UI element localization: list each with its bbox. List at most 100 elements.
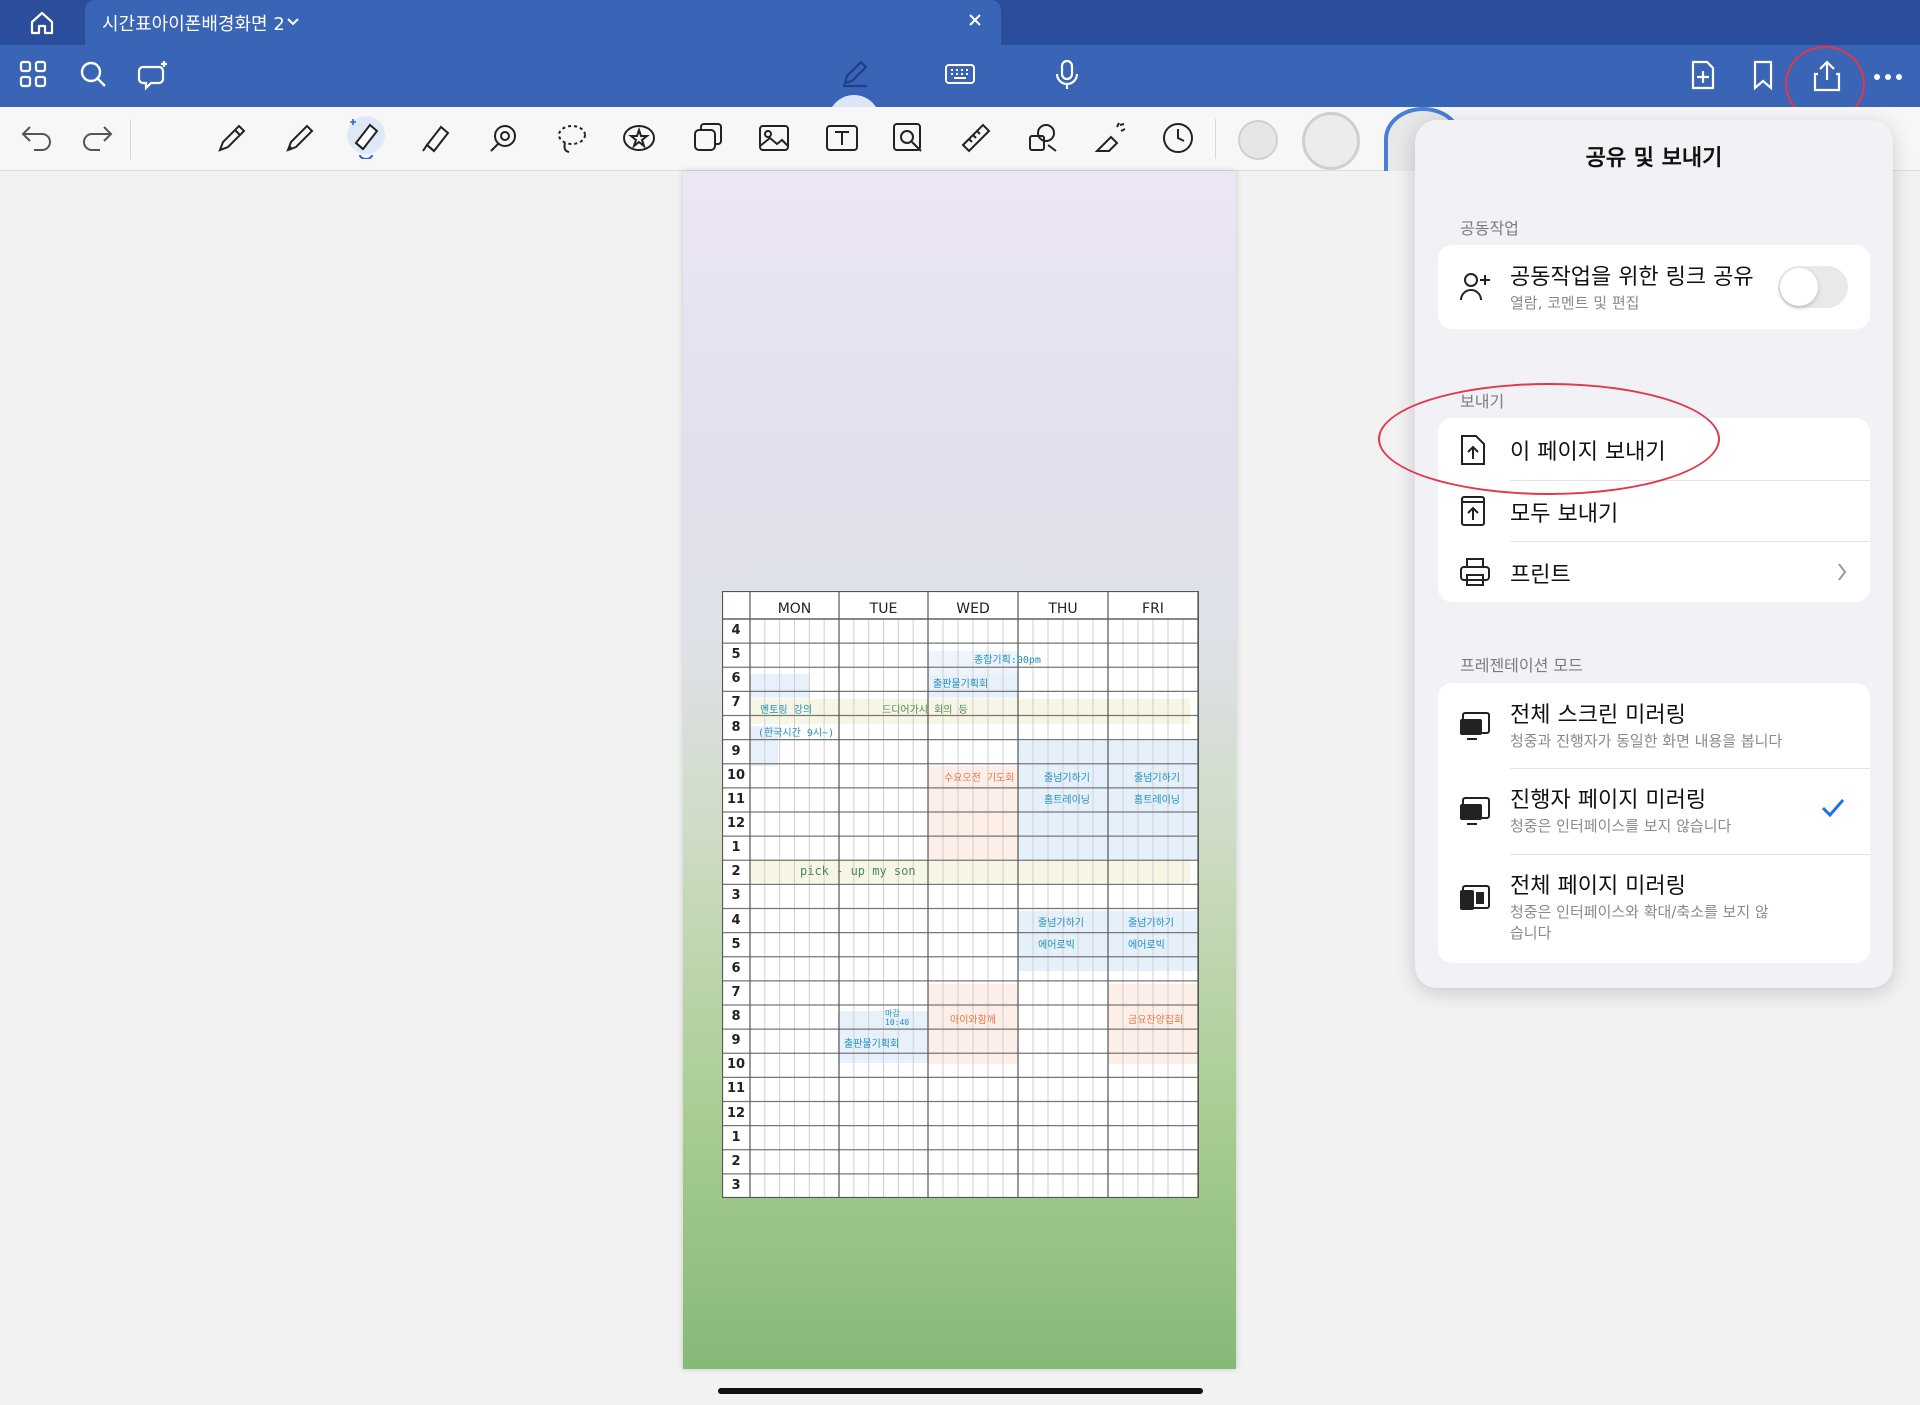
- shapes-tool-icon[interactable]: [487, 121, 521, 159]
- screen-mirror-icon: [1458, 709, 1492, 747]
- ruler-icon[interactable]: [959, 121, 993, 159]
- text-box-icon[interactable]: [824, 121, 860, 159]
- hour-label: 7: [731, 695, 741, 711]
- eraser-icon[interactable]: [346, 115, 386, 163]
- handwritten-note: 홈트레이닝: [1044, 795, 1090, 806]
- collab-link-subtitle: 열람, 코멘트 및 편집: [1510, 294, 1640, 312]
- elements-icon[interactable]: [691, 121, 725, 159]
- day-header: THU: [1048, 601, 1078, 617]
- presentation-card: 전체 스크린 미러링 청중과 진행자가 동일한 화면 내용을 봅니다 진행자 페…: [1438, 683, 1870, 963]
- section-presentation: 프레젠테이션 모드: [1460, 656, 1583, 675]
- redo-icon[interactable]: [80, 121, 114, 157]
- hour-label: 11: [726, 791, 746, 807]
- export-page-highlight-ring: [1378, 383, 1720, 495]
- add-page-icon[interactable]: [1688, 59, 1718, 95]
- hour-label: 12: [726, 1105, 746, 1121]
- hour-label: 6: [731, 671, 741, 687]
- search-icon[interactable]: [78, 59, 108, 93]
- hour-label: 4: [731, 912, 741, 928]
- hour-label: 1: [731, 840, 741, 856]
- hour-label: 1: [731, 1129, 741, 1145]
- day-header: TUE: [869, 601, 898, 617]
- mirror-full-subtitle: 청중과 진행자가 동일한 화면 내용을 봅니다: [1510, 732, 1783, 750]
- handwritten-note: 아이와함께: [950, 1015, 996, 1026]
- checkmark-icon: [1820, 795, 1846, 825]
- hour-label: 2: [731, 864, 741, 880]
- main-toolbar: [0, 45, 1920, 147]
- microphone-icon[interactable]: [1054, 59, 1080, 95]
- hour-label: 3: [731, 1177, 741, 1193]
- day-header: FRI: [1142, 601, 1164, 617]
- document-title[interactable]: 시간표아이폰배경화면 2: [102, 10, 285, 36]
- collab-link-toggle[interactable]: [1778, 266, 1848, 308]
- handwritten-note: 마감 10:40: [885, 1009, 910, 1027]
- undo-icon[interactable]: [20, 121, 54, 157]
- handwritten-note: 멘토링 강의: [760, 705, 813, 716]
- mirror-presenter-subtitle: 청중은 인터페이스를 보지 않습니다: [1510, 817, 1732, 835]
- share-export-panel: 공유 및 보내기 공동작업 공동작업을 위한 링크 공유 열람, 코멘트 및 편…: [1415, 120, 1893, 988]
- highlighter-icon[interactable]: [419, 121, 453, 159]
- handwritten-note: pick - up my son: [800, 864, 916, 878]
- hour-label: 8: [731, 719, 741, 735]
- page-mirror-icon: [1458, 882, 1492, 920]
- handwritten-note: 수요오전 기도회: [944, 773, 1015, 784]
- mirror-presenter-item[interactable]: 진행자 페이지 미러링 청중은 인터페이스를 보지 않습니다: [1438, 768, 1870, 854]
- hour-label: 5: [731, 936, 741, 952]
- eraser-size-small[interactable]: [1238, 120, 1278, 160]
- handwritten-note: 에어로빅: [1128, 940, 1165, 951]
- handwritten-note: 출판물기획회: [933, 679, 989, 690]
- mirror-full-title: 전체 스크린 미러링: [1510, 703, 1686, 728]
- hour-label: 11: [726, 1081, 746, 1097]
- hour-label: 4: [731, 623, 741, 638]
- mirror-full-page-item[interactable]: 전체 페이지 미러링 청중은 인터페이스와 확대/축소를 보지 않습니다: [1438, 854, 1870, 963]
- printer-icon: [1458, 555, 1492, 593]
- mirror-page-title: 전체 페이지 미러링: [1510, 874, 1686, 899]
- grid-icon[interactable]: [18, 59, 48, 93]
- section-collaboration: 공동작업: [1460, 219, 1519, 238]
- print-item[interactable]: 프린트: [1438, 541, 1870, 602]
- hour-label: 2: [731, 1153, 741, 1169]
- chevron-right-icon: [1836, 561, 1848, 587]
- close-tab-icon[interactable]: [967, 12, 983, 32]
- handwritten-note: 줄넘기하기: [1134, 773, 1180, 784]
- mirror-presenter-title: 진행자 페이지 미러링: [1510, 788, 1707, 813]
- image-icon[interactable]: [757, 121, 791, 159]
- hour-label: 10: [726, 767, 746, 783]
- hour-label: 10: [726, 1057, 746, 1073]
- hour-label: 7: [731, 984, 741, 1000]
- handwritten-note: 출판물기획회: [844, 1039, 900, 1050]
- handwritten-note: 종합기획:00pm: [974, 655, 1041, 666]
- add-person-icon: [1458, 269, 1492, 307]
- clock-icon[interactable]: [1161, 121, 1195, 159]
- home-icon[interactable]: [28, 10, 56, 40]
- lasso-icon[interactable]: [555, 121, 589, 159]
- panel-title: 공유 및 보내기: [1585, 146, 1723, 171]
- day-header: MON: [777, 601, 812, 617]
- handwritten-note: 드디어가시 회의 등: [882, 705, 968, 716]
- print-label: 프린트: [1510, 563, 1571, 588]
- handwritten-note: 줄넘기하기: [1038, 918, 1084, 929]
- mirror-full-screen-item[interactable]: 전체 스크린 미러링 청중과 진행자가 동일한 화면 내용을 봅니다: [1438, 683, 1870, 768]
- chevron-down-icon[interactable]: [285, 10, 301, 36]
- ai-lasso-icon[interactable]: [137, 59, 171, 95]
- handwritten-note: 줄넘기하기: [1128, 918, 1174, 929]
- fountain-pen-icon[interactable]: [215, 121, 249, 159]
- image-search-icon[interactable]: [891, 121, 925, 159]
- row-7-highlight: [750, 699, 1190, 724]
- laser-pointer-icon[interactable]: [1093, 121, 1127, 159]
- handwritten-note: 홈트레이닝: [1134, 795, 1180, 806]
- handwritten-note: (한국시간 9시~): [758, 728, 835, 739]
- document-tab[interactable]: 시간표아이폰배경화면 2: [85, 0, 1001, 45]
- shape-recognition-icon[interactable]: [1026, 121, 1060, 159]
- collab-link-title: 공동작업을 위한 링크 공유: [1510, 265, 1754, 290]
- keyboard-icon[interactable]: [944, 59, 976, 93]
- handwritten-note: 에어로빅: [1038, 940, 1075, 951]
- pencil-icon[interactable]: [283, 121, 317, 159]
- sticker-icon[interactable]: [621, 121, 657, 159]
- bookmark-icon[interactable]: [1751, 59, 1775, 95]
- hour-label: 8: [731, 1009, 741, 1024]
- eraser-size-medium[interactable]: [1302, 112, 1360, 170]
- more-options-icon[interactable]: [1872, 67, 1904, 86]
- pen-mode-icon[interactable]: [839, 57, 871, 93]
- timetable: MON TUE WED THU FRI 4 5 6 7 8 9 10 11 12 1 2 3 4 5 6 7 8…: [722, 591, 1199, 1198]
